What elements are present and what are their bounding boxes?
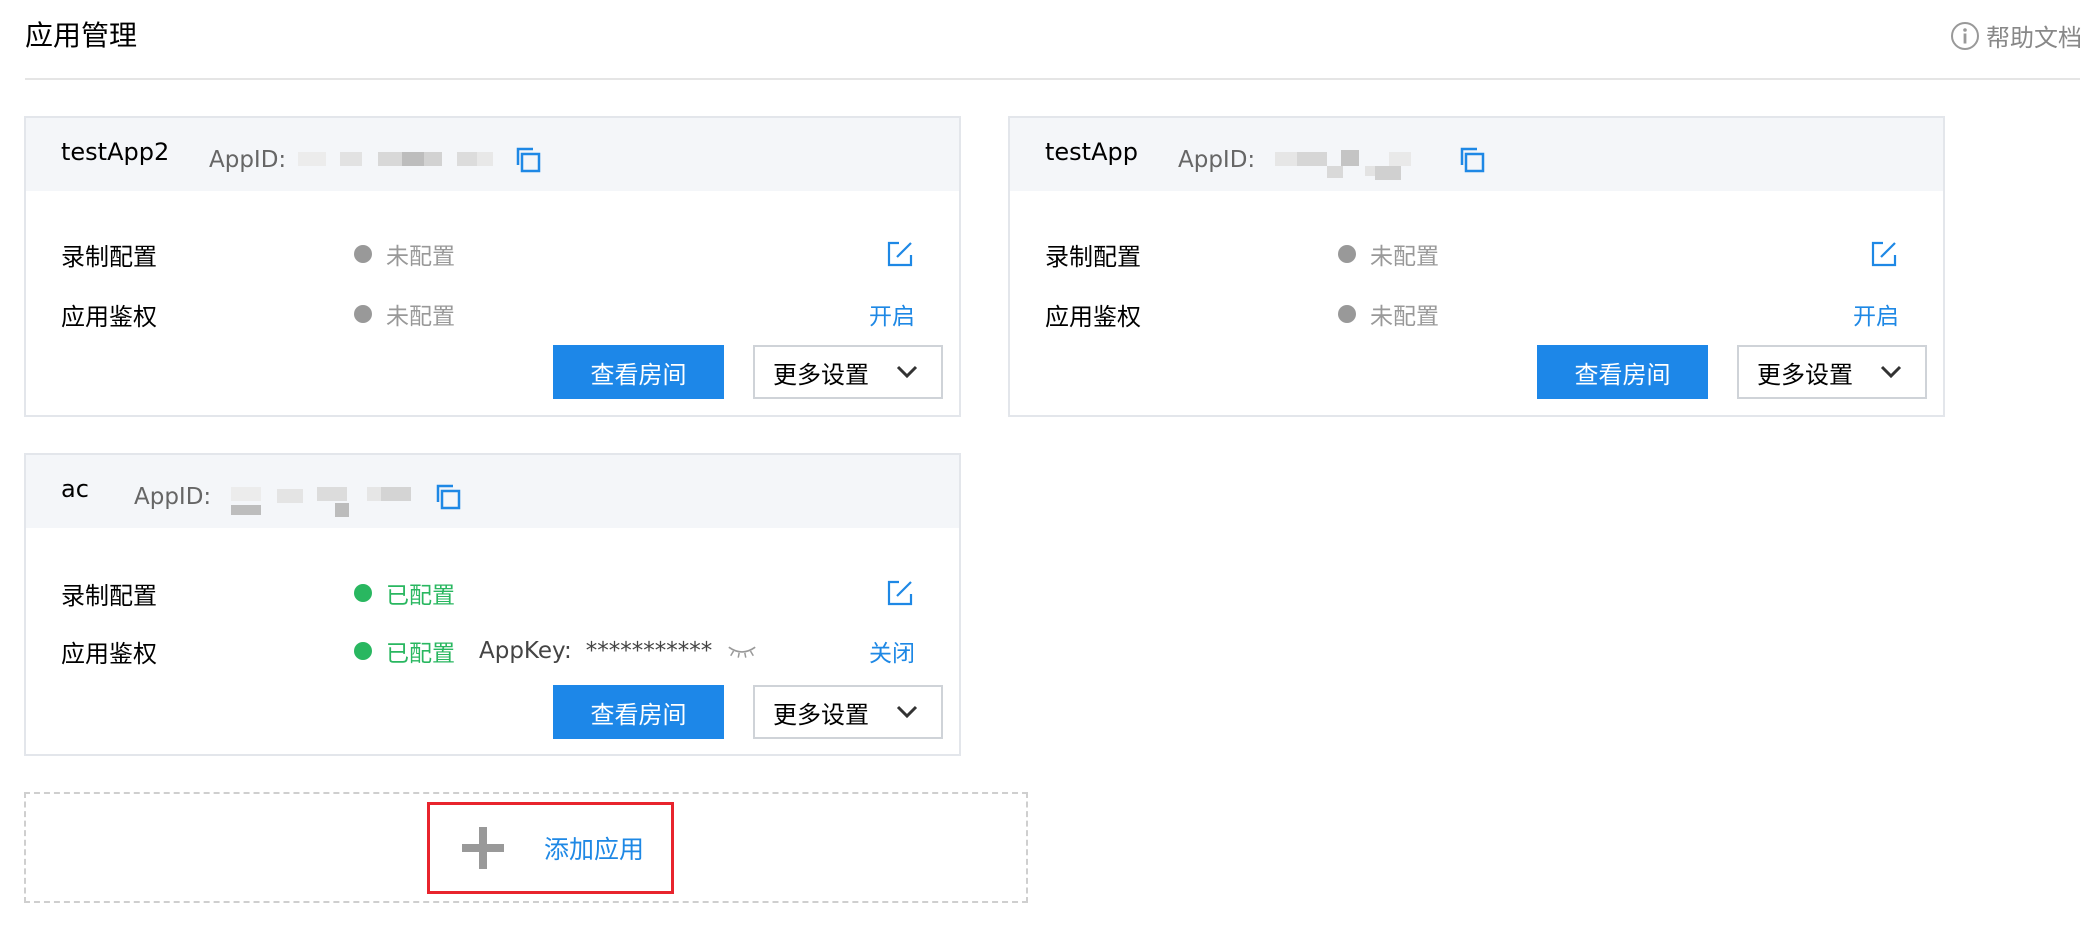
app-card-testapp: testApp AppID: 录制配置 未配置 应用鉴权 未配置 开启 查看房间…: [1008, 116, 1945, 417]
app-card-testapp2: testApp2 AppID: 录制配置 未配置 应用鉴权 未配置 开启 查看房…: [24, 116, 961, 417]
copy-icon[interactable]: [1457, 145, 1487, 175]
chevron-down-icon: [896, 705, 918, 719]
record-config-label: 录制配置: [61, 242, 157, 271]
record-status: 已配置: [354, 576, 455, 610]
auth-toggle-link[interactable]: 开启: [869, 297, 915, 331]
more-settings-label: 更多设置: [773, 700, 869, 729]
add-app-button[interactable]: 添加应用: [427, 802, 674, 894]
chevron-down-icon: [1880, 365, 1902, 379]
appid-masked-value: [1261, 140, 1451, 180]
more-settings-label: 更多设置: [1757, 360, 1853, 389]
status-dot: [1338, 305, 1356, 323]
view-rooms-button[interactable]: 查看房间: [553, 685, 724, 739]
record-status: 未配置: [1338, 237, 1439, 271]
app-name: ac: [61, 475, 89, 503]
more-settings-dropdown[interactable]: 更多设置: [753, 685, 943, 739]
view-rooms-button[interactable]: 查看房间: [553, 345, 724, 399]
edit-record-button[interactable]: [885, 239, 915, 269]
appid-field: AppID:: [1178, 140, 1487, 180]
app-card-ac: ac AppID: 录制配置 已配置 应用鉴权 已配置 AppKey: ****…: [24, 453, 961, 756]
card-header: testApp2 AppID:: [26, 118, 959, 191]
app-auth-label: 应用鉴权: [61, 639, 157, 668]
auth-status: 未配置: [1338, 297, 1439, 331]
add-app-area: 添加应用: [24, 792, 1028, 903]
appid-label: AppID:: [209, 147, 287, 173]
record-config-label: 录制配置: [1045, 242, 1141, 271]
app-auth-row: 应用鉴权 已配置 AppKey: *********** 关闭: [61, 631, 951, 671]
record-config-row: 录制配置 未配置: [1045, 234, 1935, 274]
auth-status: 已配置: [354, 634, 455, 668]
more-settings-label: 更多设置: [773, 360, 869, 389]
auth-toggle-link[interactable]: 关闭: [869, 634, 915, 668]
app-auth-row: 应用鉴权 未配置 开启: [1045, 294, 1935, 334]
auth-toggle-link[interactable]: 开启: [1853, 297, 1899, 331]
appid-field: AppID:: [134, 477, 463, 517]
page-title: 应用管理: [25, 19, 138, 52]
status-dot: [354, 305, 372, 323]
status-dot: [354, 584, 372, 602]
record-status-text: 未配置: [1370, 244, 1439, 270]
edit-record-button[interactable]: [1869, 239, 1899, 269]
appid-masked-value: [217, 477, 427, 517]
appid-label: AppID:: [1178, 147, 1256, 173]
app-auth-label: 应用鉴权: [1045, 302, 1141, 331]
record-config-label: 录制配置: [61, 581, 157, 610]
auth-status-text: 已配置: [386, 641, 455, 667]
eye-closed-icon[interactable]: [726, 641, 758, 661]
app-name: testApp2: [61, 138, 170, 166]
edit-icon: [887, 241, 913, 267]
edit-icon: [887, 580, 913, 606]
appkey-value: ***********: [585, 638, 713, 664]
help-docs-link[interactable]: 帮助文档: [1950, 18, 2082, 53]
more-settings-dropdown[interactable]: 更多设置: [1737, 345, 1927, 399]
record-status: 未配置: [354, 237, 455, 271]
app-name: testApp: [1045, 138, 1138, 166]
auth-status-text: 未配置: [386, 304, 455, 330]
help-docs-label: 帮助文档: [1986, 24, 2082, 52]
header-divider: [25, 78, 2080, 80]
info-icon: [1951, 21, 1979, 50]
record-status-text: 未配置: [386, 244, 455, 270]
status-dot: [1338, 245, 1356, 263]
card-header: testApp AppID:: [1010, 118, 1943, 191]
status-dot: [354, 642, 372, 660]
copy-icon[interactable]: [433, 482, 463, 512]
appid-label: AppID:: [134, 484, 212, 510]
copy-icon[interactable]: [513, 145, 543, 175]
appid-masked-value: [292, 140, 507, 180]
auth-status-text: 未配置: [1370, 304, 1439, 330]
appkey-label: AppKey:: [479, 638, 572, 664]
appkey-field: AppKey: ***********: [479, 638, 758, 664]
app-auth-label: 应用鉴权: [61, 302, 157, 331]
edit-icon: [1871, 241, 1897, 267]
chevron-down-icon: [896, 365, 918, 379]
plus-icon: [462, 827, 504, 869]
app-management-page: 应用管理 帮助文档 testApp2 AppID: 录制配置 未配置 应用鉴权 …: [0, 0, 2100, 934]
card-header: ac AppID:: [26, 455, 959, 528]
app-auth-row: 应用鉴权 未配置 开启: [61, 294, 951, 334]
record-config-row: 录制配置 已配置: [61, 573, 951, 613]
appid-field: AppID:: [209, 140, 543, 180]
status-dot: [354, 245, 372, 263]
more-settings-dropdown[interactable]: 更多设置: [753, 345, 943, 399]
add-app-label: 添加应用: [544, 835, 645, 864]
auth-status: 未配置: [354, 297, 455, 331]
edit-record-button[interactable]: [885, 578, 915, 608]
view-rooms-button[interactable]: 查看房间: [1537, 345, 1708, 399]
record-status-text: 已配置: [386, 583, 455, 609]
record-config-row: 录制配置 未配置: [61, 234, 951, 274]
